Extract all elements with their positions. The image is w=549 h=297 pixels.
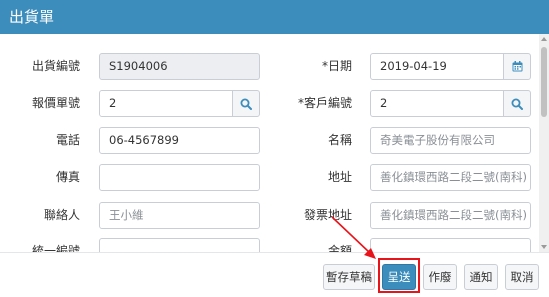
void-button[interactable]: 作廢: [423, 264, 457, 290]
contact-field[interactable]: 王小維: [99, 202, 260, 229]
phone-field[interactable]: 06-4567899: [99, 127, 260, 154]
fax-field[interactable]: [99, 164, 260, 191]
shipment-dialog: 出貨單 出貨編號 S1904006 *日期 2019-04-19 報價單號 2: [0, 0, 549, 297]
quote-search-button[interactable]: [232, 90, 260, 117]
save-draft-button[interactable]: 暫存草稿: [323, 264, 375, 290]
quote-no-field[interactable]: 2: [99, 90, 233, 117]
calendar-icon: [512, 61, 522, 72]
shipment-no-label: 出貨編號: [31, 59, 80, 73]
scroll-up-icon[interactable]: [541, 37, 547, 41]
calendar-button[interactable]: [503, 53, 531, 80]
search-icon: [511, 98, 523, 110]
notify-button[interactable]: 通知: [464, 264, 498, 290]
customer-search-button[interactable]: [503, 90, 531, 117]
scroll-down-icon[interactable]: [541, 245, 547, 249]
dialog-title: 出貨單: [9, 8, 55, 26]
amount-field[interactable]: [370, 238, 531, 252]
tax-id-field[interactable]: [99, 238, 260, 252]
contact-label: 聯絡人: [43, 208, 80, 222]
fax-label: 傳真: [55, 170, 80, 184]
quote-no-label: 報價單號: [31, 96, 80, 110]
cancel-button[interactable]: 取消: [505, 264, 539, 290]
phone-label: 電話: [55, 133, 80, 147]
date-label: *日期: [321, 59, 352, 73]
customer-no-label: *客戶編號: [297, 96, 352, 110]
annotation-highlight-box: [378, 258, 420, 293]
address-field[interactable]: 善化鎮環西路二段二號(南科): [370, 164, 531, 191]
name-field[interactable]: 奇美電子股份有限公司: [370, 127, 531, 154]
form-body: 出貨編號 S1904006 *日期 2019-04-19 報價單號 2 *客戶編…: [0, 34, 549, 252]
name-label: 名稱: [327, 133, 352, 147]
invoice-address-field[interactable]: 善化鎮環西路二段二號(南科): [370, 202, 531, 229]
vertical-scrollbar[interactable]: [539, 34, 549, 252]
search-icon: [240, 98, 252, 110]
scrollbar-thumb[interactable]: [541, 47, 547, 117]
address-label: 地址: [327, 170, 352, 184]
tax-id-label: 統一編號: [31, 244, 80, 252]
dialog-header: 出貨單: [0, 0, 549, 34]
dialog-footer: 暫存草稿 呈送 作廢 通知 取消: [0, 252, 549, 297]
shipment-no-field: S1904006: [99, 53, 260, 80]
customer-no-field[interactable]: 2: [370, 90, 504, 117]
annotation-arrow-icon: [331, 216, 376, 259]
date-field[interactable]: 2019-04-19: [370, 53, 504, 80]
